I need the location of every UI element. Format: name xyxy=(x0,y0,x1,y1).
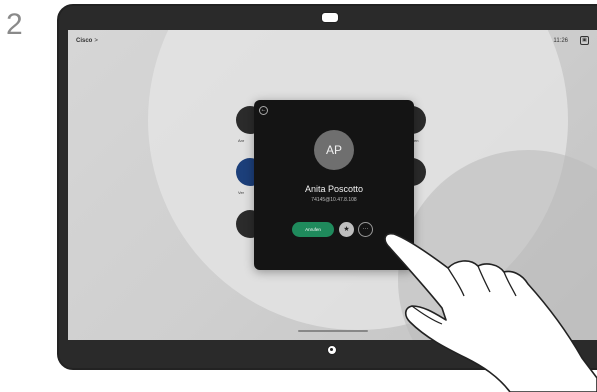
contact-name: Anita Poscotto xyxy=(304,184,364,194)
home-tile-label: Anr xyxy=(238,138,245,143)
brand-label: Cisco xyxy=(76,38,93,44)
star-icon[interactable]: ★ xyxy=(339,222,354,237)
home-indicator[interactable] xyxy=(298,330,368,332)
step-number: 2 xyxy=(6,8,23,41)
contact-address: 74145@10.47.8.108 xyxy=(311,197,357,203)
breadcrumb[interactable]: Cisco > xyxy=(76,38,98,44)
avatar: AP xyxy=(314,130,354,170)
hand-pointer-icon xyxy=(384,232,597,392)
back-arrow-icon[interactable]: ← xyxy=(259,106,268,115)
illustration: 2 Cisco > 11:26 ▣ Anr Ver en ← AP Anita P… xyxy=(0,0,597,392)
home-button-icon xyxy=(327,345,337,355)
chevron-right-icon: > xyxy=(94,38,98,44)
clock: 11:26 xyxy=(553,38,568,44)
home-tile-label: en xyxy=(414,138,419,143)
self-view-icon[interactable]: ▣ xyxy=(580,36,589,45)
call-button[interactable]: Anrufen xyxy=(292,222,334,237)
home-tile-label: Ver xyxy=(238,190,245,195)
camera-icon xyxy=(321,12,339,23)
